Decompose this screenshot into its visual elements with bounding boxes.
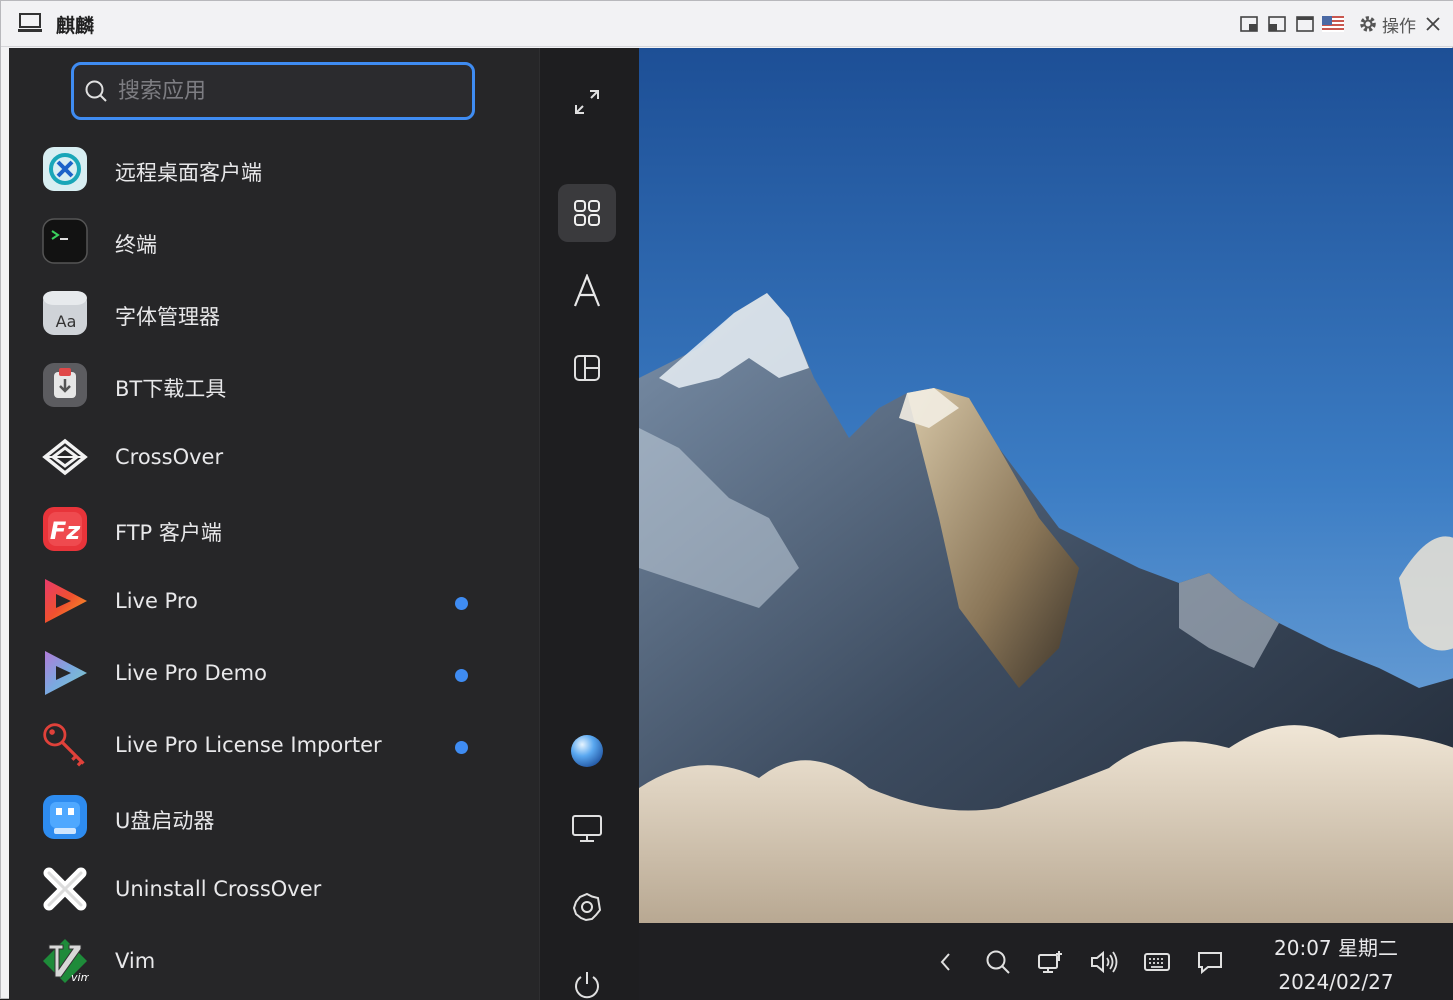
app-item-vim[interactable]: vim Vim bbox=[9, 928, 539, 1000]
notification-icon[interactable] bbox=[1193, 945, 1227, 979]
app-item-ftp-client[interactable]: Fz FTP 客户端 bbox=[9, 496, 539, 568]
all-apps-button[interactable] bbox=[558, 184, 616, 242]
title-bar: 麒麟 操作 bbox=[1, 1, 1453, 47]
svg-text:Aa: Aa bbox=[56, 312, 77, 331]
us-flag-icon[interactable] bbox=[1322, 13, 1344, 35]
svg-text:Fz: Fz bbox=[50, 517, 81, 545]
app-label: CrossOver bbox=[115, 445, 224, 469]
app-item-remote-desktop[interactable]: 远程桌面客户端 bbox=[9, 136, 539, 208]
app-label: BT下载工具 bbox=[115, 377, 227, 401]
new-app-indicator bbox=[455, 597, 468, 610]
alphabetical-button[interactable] bbox=[558, 262, 616, 320]
expand-icon bbox=[575, 90, 599, 114]
power-button[interactable] bbox=[558, 956, 616, 1000]
app-label: Vim bbox=[115, 949, 156, 973]
search-input[interactable] bbox=[118, 78, 458, 104]
vim-icon: vim bbox=[41, 937, 89, 985]
desktop-wallpaper bbox=[639, 48, 1453, 923]
settings-button[interactable] bbox=[558, 878, 616, 936]
close-icon[interactable] bbox=[1422, 13, 1444, 35]
computer-icon bbox=[572, 815, 602, 842]
app-item-live-pro-license-importer[interactable]: Live Pro License Importer bbox=[9, 712, 539, 784]
all-apps-grid-icon bbox=[574, 200, 600, 226]
app-item-bt-download[interactable]: BT下载工具 bbox=[9, 352, 539, 424]
layout-bottom-right-icon[interactable] bbox=[1238, 13, 1260, 35]
terminal-icon bbox=[41, 217, 89, 265]
category-icon bbox=[574, 355, 600, 381]
app-item-terminal[interactable]: 终端 bbox=[9, 208, 539, 280]
clock-date: 2024/02/27 bbox=[1278, 970, 1394, 994]
new-app-indicator bbox=[455, 669, 468, 682]
app-item-live-pro-demo[interactable]: Live Pro Demo bbox=[9, 640, 539, 712]
clock-time: 20:07 星期二 bbox=[1274, 936, 1398, 960]
filezilla-icon: Fz bbox=[41, 505, 89, 553]
power-icon bbox=[575, 972, 599, 999]
maximize-icon[interactable] bbox=[1294, 13, 1316, 35]
operations-label: 操作 bbox=[1382, 16, 1416, 37]
gear-icon bbox=[1360, 16, 1376, 32]
clock[interactable]: 20:07 星期二 2024/02/27 bbox=[1251, 931, 1421, 999]
app-item-usb-starter[interactable]: U盘启动器 bbox=[9, 784, 539, 856]
app-label: Uninstall CrossOver bbox=[115, 877, 322, 901]
remote-desktop-icon bbox=[41, 145, 89, 193]
app-label: Live Pro License Importer bbox=[115, 733, 382, 757]
menu-sidebar bbox=[539, 48, 639, 1000]
app-label: 远程桌面客户端 bbox=[115, 161, 262, 185]
usb-starter-icon bbox=[41, 793, 89, 841]
vm-window: 麒麟 操作 搜索应用 远程桌面客户端 终端 Aa 字体管理器 BT下载工具 Cr… bbox=[0, 0, 1453, 1000]
user-avatar-icon bbox=[571, 735, 603, 767]
computer-button[interactable] bbox=[558, 800, 616, 858]
alphabetical-icon bbox=[573, 274, 601, 307]
app-list-panel: 远程桌面客户端 终端 Aa 字体管理器 bbox=[9, 48, 539, 1000]
app-label: U盘启动器 bbox=[115, 809, 215, 833]
bt-download-icon bbox=[41, 361, 89, 409]
search-icon[interactable] bbox=[981, 945, 1015, 979]
layout-bottom-left-icon[interactable] bbox=[1266, 13, 1288, 35]
search-icon bbox=[85, 80, 107, 102]
guest-screen: 远程桌面客户端 终端 Aa 字体管理器 bbox=[9, 48, 1453, 1000]
app-label: 字体管理器 bbox=[115, 305, 220, 329]
taskbar: 20:07 星期二 2024/02/27 bbox=[639, 923, 1453, 1000]
settings-icon bbox=[572, 892, 602, 922]
mountain-wallpaper bbox=[639, 48, 1453, 923]
app-label: FTP 客户端 bbox=[115, 521, 222, 545]
search-box[interactable] bbox=[71, 62, 475, 120]
app-item-font-manager[interactable]: Aa 字体管理器 bbox=[9, 280, 539, 352]
font-manager-icon: Aa bbox=[41, 289, 89, 337]
expand-button[interactable] bbox=[558, 73, 616, 131]
volume-icon[interactable] bbox=[1087, 945, 1121, 979]
computer-icon bbox=[18, 13, 42, 32]
new-app-indicator bbox=[455, 741, 468, 754]
key-icon bbox=[41, 721, 89, 769]
start-menu: 远程桌面客户端 终端 Aa 字体管理器 bbox=[9, 48, 639, 1000]
keyboard-icon[interactable] bbox=[1140, 945, 1174, 979]
live-pro-demo-icon bbox=[41, 649, 89, 697]
uninstall-x-icon bbox=[41, 865, 89, 913]
app-item-crossover[interactable]: CrossOver bbox=[9, 424, 539, 496]
app-item-uninstall-crossover[interactable]: Uninstall CrossOver bbox=[9, 856, 539, 928]
app-label: 终端 bbox=[115, 233, 157, 257]
window-title: 麒麟 bbox=[56, 15, 95, 37]
app-label: Live Pro bbox=[115, 589, 198, 613]
crossover-icon bbox=[41, 433, 89, 481]
user-avatar-button[interactable] bbox=[558, 722, 616, 780]
network-icon[interactable] bbox=[1034, 945, 1068, 979]
svg-text:vim: vim bbox=[71, 971, 89, 984]
app-item-live-pro[interactable]: Live Pro bbox=[9, 568, 539, 640]
app-label: Live Pro Demo bbox=[115, 661, 267, 685]
category-button[interactable] bbox=[558, 339, 616, 397]
chevron-left-icon[interactable] bbox=[929, 945, 963, 979]
live-pro-icon bbox=[41, 577, 89, 625]
operations-menu[interactable]: 操作 bbox=[1358, 12, 1416, 37]
